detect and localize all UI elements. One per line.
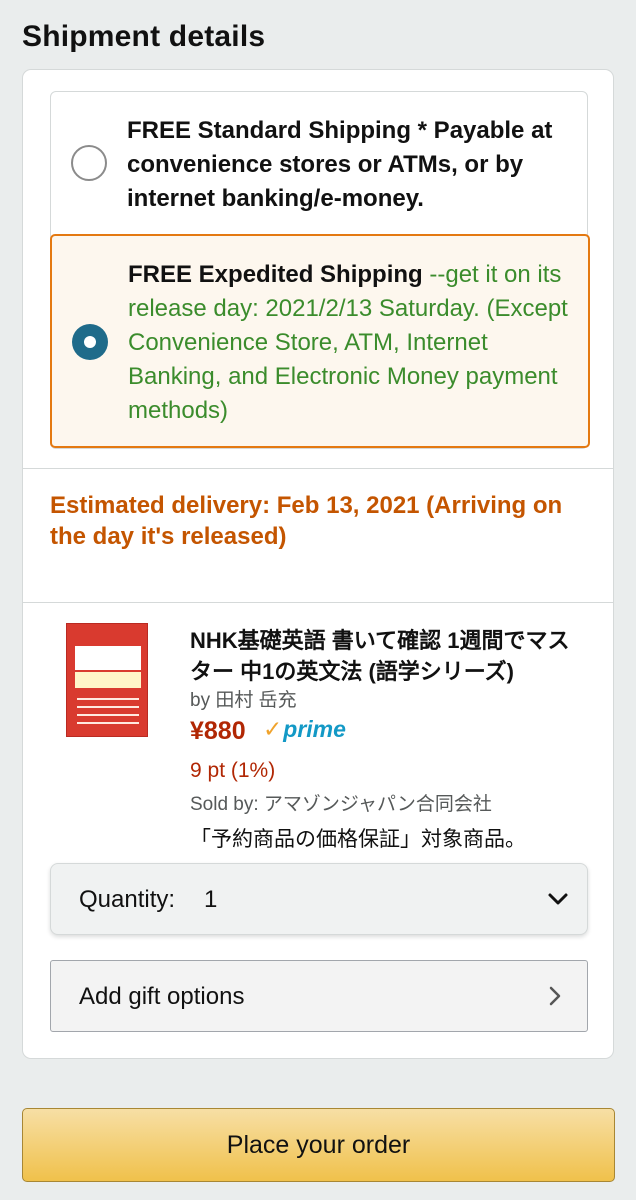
shipping-option-standard[interactable]: FREE Standard Shipping * Payable at conv… [51, 92, 589, 234]
gift-options-label: Add gift options [79, 983, 245, 1010]
prime-label: prime [283, 716, 346, 742]
radio-selected-icon[interactable] [72, 324, 108, 360]
quantity-select[interactable]: Quantity: 1 [50, 863, 588, 935]
radio-empty-icon[interactable] [71, 145, 107, 181]
quantity-label: Quantity: [79, 886, 176, 913]
divider [23, 602, 613, 603]
chevron-down-icon [548, 893, 568, 905]
expedited-title: FREE Expedited Shipping [128, 261, 423, 288]
shipping-options: FREE Standard Shipping * Payable at conv… [50, 91, 590, 449]
shipping-option-expedited[interactable]: FREE Expedited Shipping --get it on its … [50, 234, 590, 448]
place-order-button[interactable]: Place your order [22, 1108, 615, 1182]
estimated-delivery: Estimated delivery: Feb 13, 2021 (Arrivi… [50, 492, 563, 550]
prime-badge: ✓prime [263, 716, 346, 743]
product-image[interactable] [66, 623, 148, 737]
chevron-right-icon [549, 986, 561, 1006]
section-title: Shipment details [22, 20, 266, 53]
product-author: by 田村 岳充 [190, 690, 297, 711]
product-points: 9 pt (1%) [190, 759, 276, 782]
product-title[interactable]: NHK基礎英語 書いて確認 1週間でマスター 中1の英文法 (語学シリーズ) [190, 625, 590, 687]
shipping-option-standard-label: FREE Standard Shipping * Payable at conv… [127, 117, 553, 212]
divider [23, 468, 613, 469]
shipping-option-expedited-label: FREE Expedited Shipping --get it on its … [128, 258, 574, 428]
add-gift-options-button[interactable]: Add gift options [50, 960, 588, 1032]
check-icon: ✓ [263, 716, 283, 742]
price-guarantee-note: 「予約商品の価格保証」対象商品。 [190, 828, 526, 851]
product-price: ¥880 [190, 717, 246, 745]
quantity-value: 1 [204, 886, 218, 913]
product-seller: Sold by: アマゾンジャパン合同会社 [190, 794, 492, 815]
shipment-card: FREE Standard Shipping * Payable at conv… [22, 69, 614, 1059]
